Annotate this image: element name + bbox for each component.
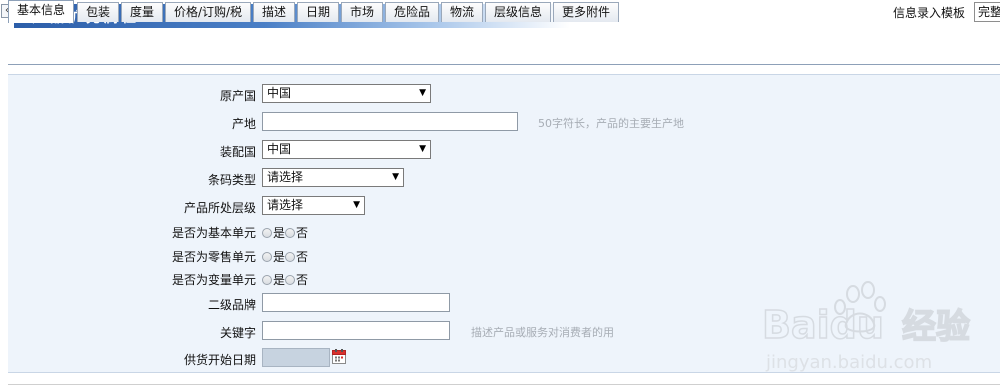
origin-country-select[interactable]: 中国 ▼ <box>262 84 431 103</box>
watermark-url: jingyan.baidu.com <box>765 352 932 373</box>
yes-label: 是 <box>273 273 286 287</box>
tab-basic-info[interactable]: 基本信息 <box>8 0 74 23</box>
secondary-brand-input[interactable] <box>262 293 450 312</box>
supply-start-date-label: 供货开始日期 <box>183 353 256 367</box>
tab-date[interactable]: 日期 <box>297 2 339 22</box>
assembly-country-value: 中国 <box>267 142 292 156</box>
barcode-type-value: 请选择 <box>267 170 304 184</box>
is-retail-unit-no-radio[interactable] <box>285 252 296 262</box>
keywords-label: 关键字 <box>219 326 256 340</box>
no-label: 否 <box>296 226 309 240</box>
origin-country-value: 中国 <box>267 86 292 100</box>
barcode-type-label: 条码类型 <box>207 173 256 187</box>
assembly-country-select[interactable]: 中国 ▼ <box>262 140 431 159</box>
is-retail-unit-yes-radio[interactable] <box>262 252 272 262</box>
baidu-jingyan-watermark: Baidu 经验 jingyan.baidu.com <box>761 281 971 373</box>
is-retail-unit-radio-group: 是否 <box>262 248 308 265</box>
is-variable-unit-no-radio[interactable] <box>285 275 296 285</box>
is-retail-unit-label: 是否为零售单元 <box>171 250 256 264</box>
origin-place-hint: 50字符长，产品的主要生产地 <box>538 117 684 130</box>
bottom-divider <box>8 384 1000 385</box>
tab-measurement[interactable]: 度量 <box>121 2 163 22</box>
chevron-down-icon: ▼ <box>353 200 360 210</box>
assembly-country-label: 装配国 <box>219 145 256 159</box>
is-base-unit-yes-radio[interactable] <box>262 228 272 238</box>
is-variable-unit-radio-group: 是否 <box>262 271 308 288</box>
watermark-brand-cn: 经验 <box>902 307 970 347</box>
tab-logistics[interactable]: 物流 <box>441 2 483 22</box>
tab-hazardous[interactable]: 危险品 <box>385 2 439 22</box>
yes-label: 是 <box>273 250 286 264</box>
tab-market[interactable]: 市场 <box>341 2 383 22</box>
product-level-value: 请选择 <box>267 198 304 212</box>
supply-start-date-input[interactable] <box>262 348 330 367</box>
secondary-brand-label: 二级品牌 <box>207 298 256 312</box>
tab-hierarchy[interactable]: 层级信息 <box>485 2 551 22</box>
no-label: 否 <box>296 250 309 264</box>
tab-description[interactable]: 描述 <box>253 2 295 22</box>
yes-label: 是 <box>273 226 286 240</box>
template-label: 信息录入模板 <box>893 6 966 20</box>
tab-divider <box>8 64 1000 65</box>
template-select[interactable]: 完整 <box>974 2 1000 22</box>
is-variable-unit-label: 是否为变量单元 <box>171 273 256 287</box>
calendar-icon[interactable] <box>332 349 346 364</box>
is-base-unit-no-radio[interactable] <box>285 228 296 238</box>
tab-packaging[interactable]: 包装 <box>77 2 119 22</box>
is-variable-unit-yes-radio[interactable] <box>262 275 272 285</box>
origin-country-label: 原产国 <box>219 89 256 103</box>
origin-place-input[interactable] <box>262 112 518 131</box>
watermark-brand: Baidu <box>762 303 884 347</box>
chevron-down-icon: ▼ <box>419 88 426 98</box>
product-level-select[interactable]: 请选择 ▼ <box>262 196 365 215</box>
tab-more-attachments[interactable]: 更多附件 <box>553 2 619 22</box>
tab-price-order-tax[interactable]: 价格/订购/税 <box>165 2 251 22</box>
no-label: 否 <box>296 273 309 287</box>
chevron-down-icon: ▼ <box>419 144 426 154</box>
is-base-unit-radio-group: 是否 <box>262 224 308 241</box>
keywords-input[interactable] <box>262 321 450 340</box>
keywords-hint: 描述产品或服务对消费者的用 <box>471 326 614 339</box>
is-base-unit-label: 是否为基本单元 <box>171 226 256 240</box>
chevron-down-icon: ▼ <box>392 172 399 182</box>
barcode-type-select[interactable]: 请选择 ▼ <box>262 168 404 187</box>
product-level-label: 产品所处层级 <box>183 201 256 215</box>
origin-place-label: 产地 <box>231 117 256 131</box>
